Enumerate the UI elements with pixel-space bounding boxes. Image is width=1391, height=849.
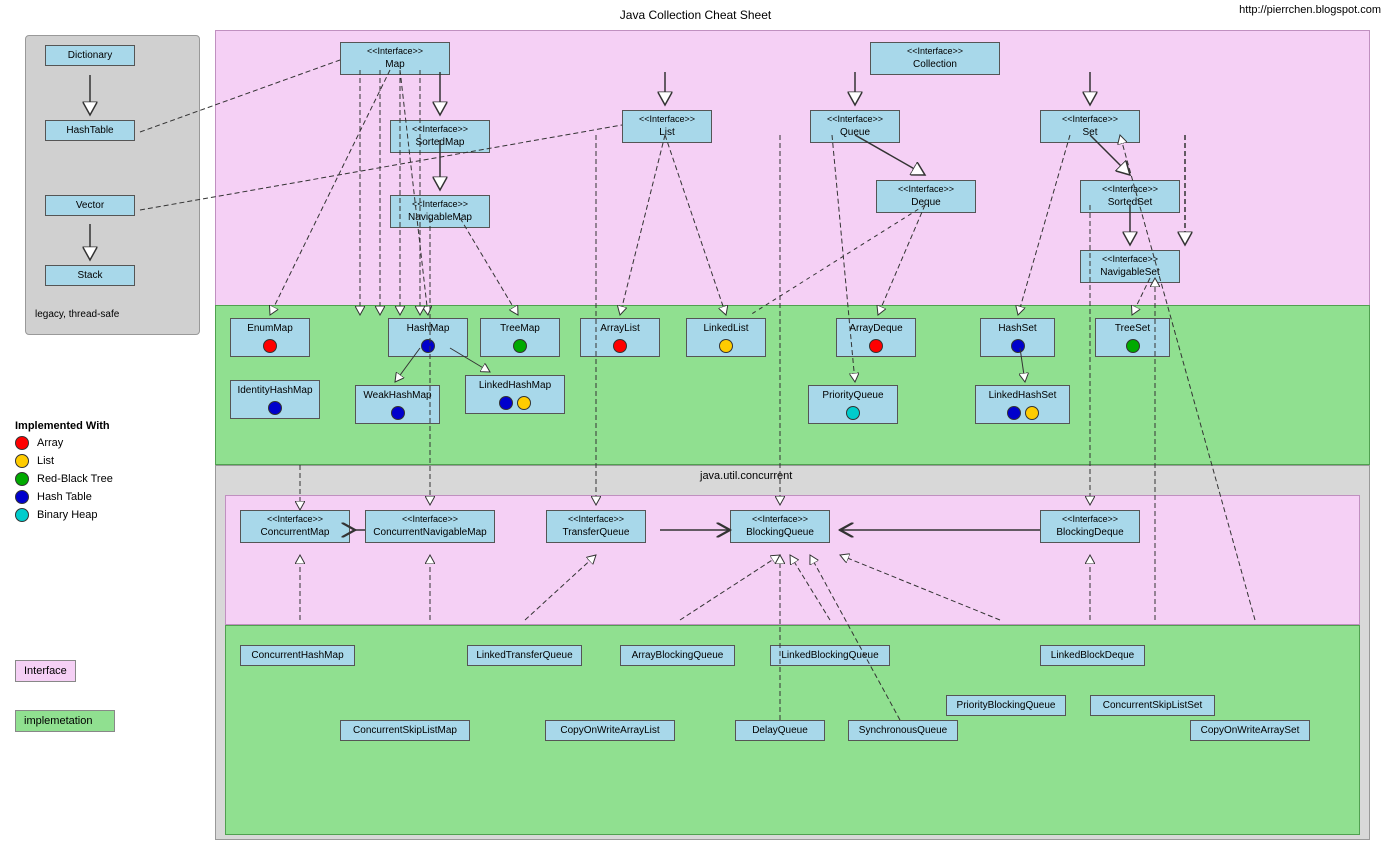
concurrent-label: java.util.concurrent xyxy=(700,470,792,482)
legend-item-rbt: Red-Black Tree xyxy=(15,472,113,486)
list-dot xyxy=(15,454,29,468)
stack-label: Stack xyxy=(77,270,102,281)
vector-label: Vector xyxy=(76,200,104,211)
legend-item-list: List xyxy=(15,454,113,468)
hashtable-label: HashTable xyxy=(66,125,113,136)
legend-item-hashtable: Hash Table xyxy=(15,490,113,504)
legend-item-binaryheap: Binary Heap xyxy=(15,508,113,522)
legacy-region xyxy=(25,35,200,335)
legend-item-array: Array xyxy=(15,436,113,450)
main-pink-region xyxy=(215,30,1370,330)
binaryheap-dot xyxy=(15,508,29,522)
page-url: http://pierrchen.blogspot.com xyxy=(1239,4,1381,16)
page-title: Java Collection Cheat Sheet xyxy=(620,4,771,26)
array-dot xyxy=(15,436,29,450)
rbt-dot xyxy=(15,472,29,486)
dictionary-label: Dictionary xyxy=(68,50,112,61)
hashtable-dot xyxy=(15,490,29,504)
interface-legend-box: Interface xyxy=(15,660,76,682)
implementation-legend-box: implemetation xyxy=(15,710,115,732)
legend: Implemented With Array List Red-Black Tr… xyxy=(15,420,113,526)
legacy-label: legacy, thread-safe xyxy=(35,308,119,320)
